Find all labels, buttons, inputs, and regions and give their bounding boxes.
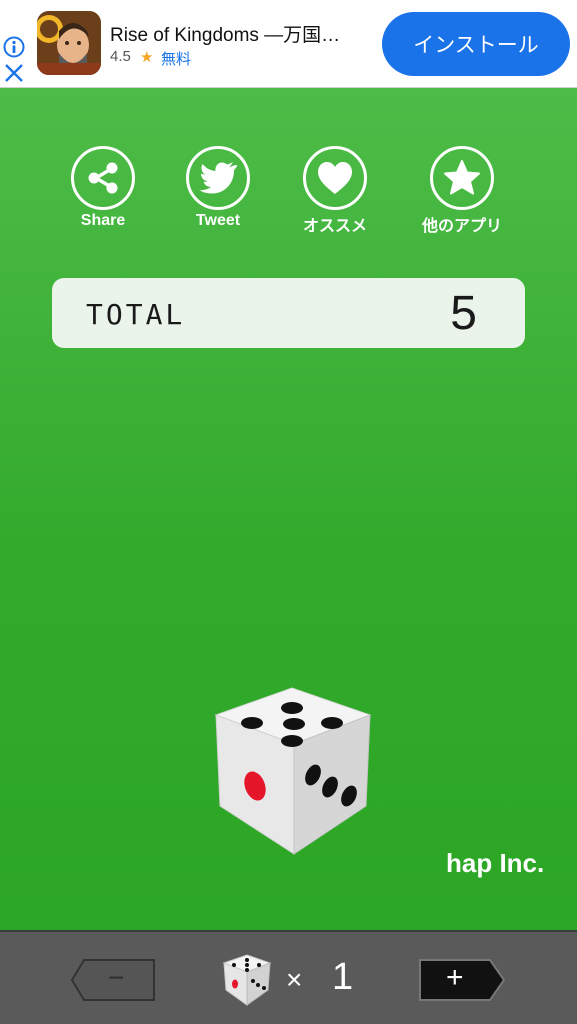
ad-price: 無料 (161, 51, 192, 68)
total-panel: TOTAL 5 (52, 278, 525, 348)
star-icon (444, 160, 480, 195)
total-label: TOTAL (86, 298, 186, 331)
brand-logo: hap Inc. (446, 848, 545, 878)
total-value: 5 (450, 287, 477, 340)
decrease-dice-button[interactable]: − (70, 958, 158, 1002)
dice-count: 1 (332, 956, 354, 998)
share-label: Share (80, 212, 126, 229)
minus-label: − (108, 962, 125, 993)
info-icon[interactable] (3, 36, 25, 58)
share-button[interactable]: Share (53, 146, 153, 246)
times-symbol: × (286, 964, 303, 995)
bottom-bar: − × 1 + (0, 930, 577, 1024)
share-circle (71, 146, 135, 210)
recommend-button[interactable]: オススメ (285, 146, 385, 246)
dice-count-icon (222, 954, 272, 1006)
rating-star-icon: ★ (140, 49, 154, 66)
install-button[interactable]: インストール (382, 12, 570, 76)
tweet-circle (186, 146, 250, 210)
share-icon (88, 162, 118, 194)
increase-dice-button[interactable]: + (418, 958, 506, 1002)
ad-banner[interactable]: Rise of Kingdoms —万国… 4.5 ★ 無料 インストール (0, 0, 577, 88)
recommend-label: オススメ (302, 218, 367, 235)
ad-rating: 4.5 (110, 48, 131, 65)
tweet-label: Tweet (195, 212, 241, 229)
other-apps-label: 他のアプリ (421, 218, 502, 235)
main-area: Share Tweet オススメ 他のアプリ TOTAL 5 hap Inc. (0, 88, 577, 930)
heart-icon (318, 162, 352, 194)
app-icon[interactable] (37, 11, 101, 75)
recommend-circle (303, 146, 367, 210)
ad-title[interactable]: Rise of Kingdoms —万国… (110, 20, 372, 47)
close-icon[interactable] (3, 62, 25, 84)
twitter-bird-icon (199, 162, 238, 194)
tweet-button[interactable]: Tweet (168, 146, 268, 246)
other-apps-button[interactable]: 他のアプリ (412, 146, 512, 246)
other-apps-circle (430, 146, 494, 210)
dice-icon[interactable] (210, 686, 376, 858)
plus-label: + (446, 961, 464, 994)
